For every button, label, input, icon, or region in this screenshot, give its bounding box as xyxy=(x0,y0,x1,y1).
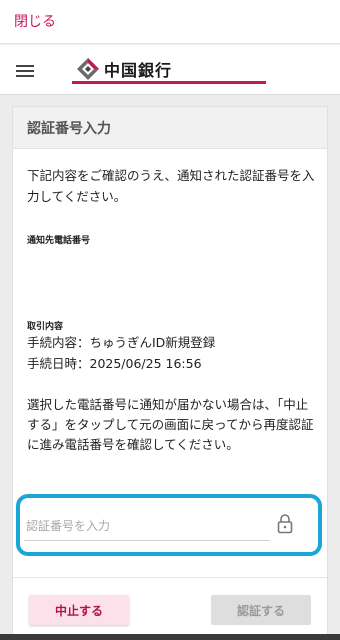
bank-header: 中国銀行 xyxy=(0,45,340,95)
cancel-button[interactable]: 中止する xyxy=(29,595,129,625)
top-bar: 閉じる xyxy=(0,0,340,44)
auth-code-input[interactable] xyxy=(24,511,270,541)
bank-logo: 中国銀行 xyxy=(76,57,172,81)
menu-icon[interactable] xyxy=(16,65,34,77)
bank-name: 中国銀行 xyxy=(104,61,173,80)
intro-text: 下記内容をご確認のうえ、通知された認証番号を入力してください。 xyxy=(27,168,315,204)
bank-logo-mark-icon xyxy=(77,58,99,80)
close-link[interactable]: 閉じる xyxy=(14,11,56,31)
card-title: 認証番号入力 xyxy=(27,121,111,137)
logo-underline xyxy=(72,81,266,84)
card-title-bar: 認証番号入力 xyxy=(13,107,327,149)
transaction-procedure: 手続内容：ちゅうぎんID新規登録 xyxy=(27,335,216,350)
notice-text: 選択した電話番号に通知が届かない場合は、「中止する」をタップして元の画面に戻って… xyxy=(27,397,314,452)
auth-card: 認証番号入力 下記内容をご確認のうえ、通知された認証番号を入力してください。 通… xyxy=(12,106,328,640)
phone-heading: 通知先電話番号 xyxy=(27,236,91,246)
transaction-datetime: 手続日時：2025/06/25 16:56 xyxy=(27,356,202,371)
verify-button[interactable]: 認証する xyxy=(211,595,311,625)
footer-divider xyxy=(13,577,327,578)
transaction-heading: 取引内容 xyxy=(27,322,64,332)
bottom-strip xyxy=(0,634,340,640)
lock-icon xyxy=(277,514,293,534)
